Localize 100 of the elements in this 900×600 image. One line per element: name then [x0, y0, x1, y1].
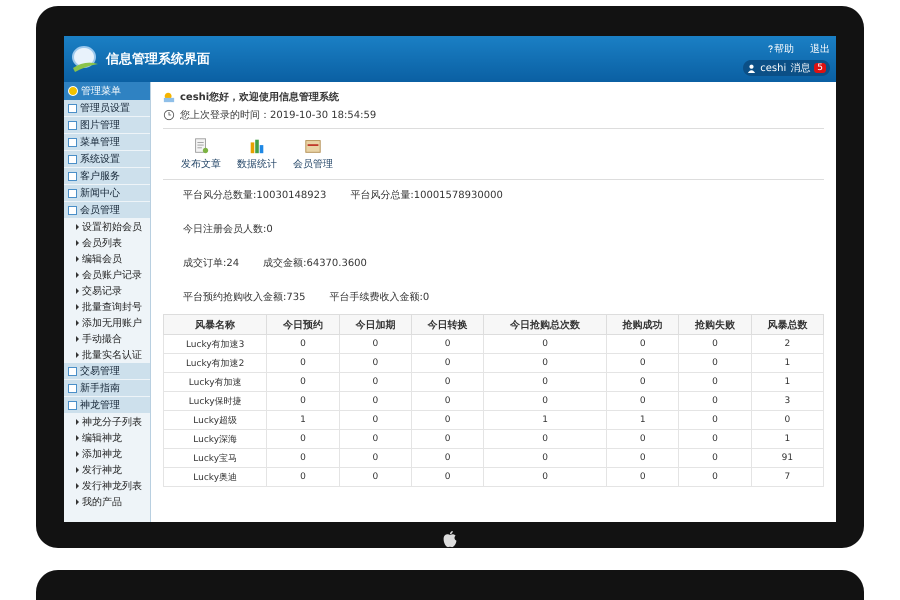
- submenu-item[interactable]: 设置初始会员: [64, 219, 150, 235]
- column-header: 今日抢购总次数: [484, 314, 607, 334]
- table-cell: 0: [411, 334, 484, 354]
- table-cell: 0: [266, 430, 340, 448]
- table-cell: Lucky有加速3: [164, 334, 267, 354]
- table-cell: 0: [678, 410, 752, 430]
- bullet-icon: [76, 240, 79, 246]
- table-cell: 0: [411, 410, 484, 430]
- user-name: ceshi: [760, 62, 786, 74]
- message-count-badge: 5: [814, 63, 826, 73]
- submenu-item[interactable]: 编辑神龙: [64, 430, 150, 446]
- bullet-icon: [76, 288, 79, 294]
- submenu-item[interactable]: 手动撮合: [64, 331, 150, 347]
- swoosh-logo-icon: [70, 44, 100, 74]
- sidebar-item[interactable]: 管理员设置: [64, 100, 150, 117]
- shortcut-link[interactable]: 会员管理: [293, 137, 333, 171]
- shortcut-link[interactable]: 发布文章: [181, 137, 221, 171]
- table-cell: 0: [606, 354, 679, 372]
- table-cell: 0: [266, 334, 340, 354]
- submenu-item[interactable]: 添加神龙: [64, 446, 150, 462]
- table-cell: 0: [339, 334, 412, 354]
- table-cell: 0: [606, 430, 679, 448]
- table-cell: 0: [484, 448, 607, 468]
- user-icon: [747, 64, 756, 72]
- sidebar-item[interactable]: 系统设置: [64, 151, 150, 168]
- table-cell: 0: [266, 448, 340, 468]
- submenu-item[interactable]: 会员账户记录: [64, 267, 150, 283]
- bullet-icon: [76, 304, 79, 310]
- header-link[interactable]: 退出: [810, 42, 830, 56]
- table-cell: 0: [411, 468, 484, 486]
- stat-text: 成交订单:24: [183, 256, 240, 270]
- sidebar-item[interactable]: 神龙管理: [64, 397, 150, 414]
- submenu-item[interactable]: 添加无用账户: [64, 315, 150, 331]
- table-cell: 1: [606, 410, 679, 430]
- table-cell: 0: [678, 468, 752, 486]
- table-cell: 1: [484, 410, 607, 430]
- submenu-item[interactable]: 发行神龙列表: [64, 478, 150, 494]
- table-cell: 0: [266, 372, 340, 392]
- header-link[interactable]: 帮助: [768, 42, 794, 56]
- stat-text: 平台风分总量:10001578930000: [350, 188, 503, 202]
- column-header: 风暴总数: [751, 314, 824, 334]
- table-cell: 0: [678, 334, 752, 354]
- submenu-item[interactable]: 交易记录: [64, 283, 150, 299]
- sidebar-item[interactable]: 客户服务: [64, 168, 150, 185]
- messages-link[interactable]: 消息: [790, 61, 810, 75]
- bullet-icon: [76, 435, 79, 441]
- table-cell: 0: [266, 392, 340, 410]
- submenu-item[interactable]: 批量实名认证: [64, 347, 150, 363]
- table-cell: 0: [266, 354, 340, 372]
- table-cell: 0: [606, 372, 679, 392]
- table-cell: 0: [678, 448, 752, 468]
- table-cell: 0: [411, 448, 484, 468]
- table-cell: 0: [484, 430, 607, 448]
- bullet-icon: [76, 467, 79, 473]
- submenu-item[interactable]: 编辑会员: [64, 251, 150, 267]
- stat-text: 平台手续费收入金额:0: [329, 290, 430, 304]
- submenu-item[interactable]: 会员列表: [64, 235, 150, 251]
- column-header: 风暴名称: [164, 314, 267, 334]
- table-cell: Lucky深海: [164, 430, 267, 448]
- bar-chart-icon: [248, 137, 266, 155]
- submenu-item[interactable]: 发行神龙: [64, 462, 150, 478]
- app-title: 信息管理系统界面: [106, 50, 210, 68]
- sidebar-item[interactable]: 新闻中心: [64, 185, 150, 202]
- table-cell: 0: [266, 468, 340, 486]
- table-cell: Lucky保时捷: [164, 392, 267, 410]
- submenu-item[interactable]: 神龙分子列表: [64, 414, 150, 430]
- table-cell: 0: [678, 392, 752, 410]
- submenu-item[interactable]: 我的产品: [64, 494, 150, 510]
- sidebar-item[interactable]: 新手指南: [64, 380, 150, 397]
- table-cell: 0: [484, 372, 607, 392]
- sidebar-item[interactable]: 会员管理: [64, 202, 150, 219]
- table-cell: Lucky有加速: [164, 372, 267, 392]
- folder-icon: [304, 137, 322, 155]
- greeting-text: ceshi您好，欢迎使用信息管理系统: [180, 90, 340, 104]
- table-cell: Lucky有加速2: [164, 354, 267, 372]
- sidebar-item[interactable]: 菜单管理: [64, 134, 150, 151]
- table-cell: 1: [751, 372, 824, 392]
- table-cell: 0: [339, 392, 412, 410]
- bullet-icon: [76, 499, 79, 505]
- shortcut-link[interactable]: 数据统计: [237, 137, 277, 171]
- submenu-item[interactable]: 批量查询封号: [64, 299, 150, 315]
- table-cell: 0: [678, 354, 752, 372]
- table-cell: 1: [751, 354, 824, 372]
- column-header: 抢购成功: [606, 314, 679, 334]
- table-cell: 0: [339, 430, 412, 448]
- table-cell: 0: [484, 392, 607, 410]
- table-cell: 3: [751, 392, 824, 410]
- column-header: 今日预约: [266, 314, 340, 334]
- column-header: 今日转换: [411, 314, 484, 334]
- sidebar-item[interactable]: 交易管理: [64, 363, 150, 380]
- bullet-icon: [76, 224, 79, 230]
- bullet-icon: [76, 336, 79, 342]
- column-header: 抢购失败: [678, 314, 752, 334]
- sidebar-heading-text: 管理菜单: [81, 84, 121, 98]
- table-cell: 0: [484, 468, 607, 486]
- table-cell: 0: [678, 372, 752, 392]
- sidebar-item[interactable]: 图片管理: [64, 117, 150, 134]
- table-cell: 0: [411, 430, 484, 448]
- table-cell: 0: [411, 392, 484, 410]
- column-header: 今日加期: [339, 314, 412, 334]
